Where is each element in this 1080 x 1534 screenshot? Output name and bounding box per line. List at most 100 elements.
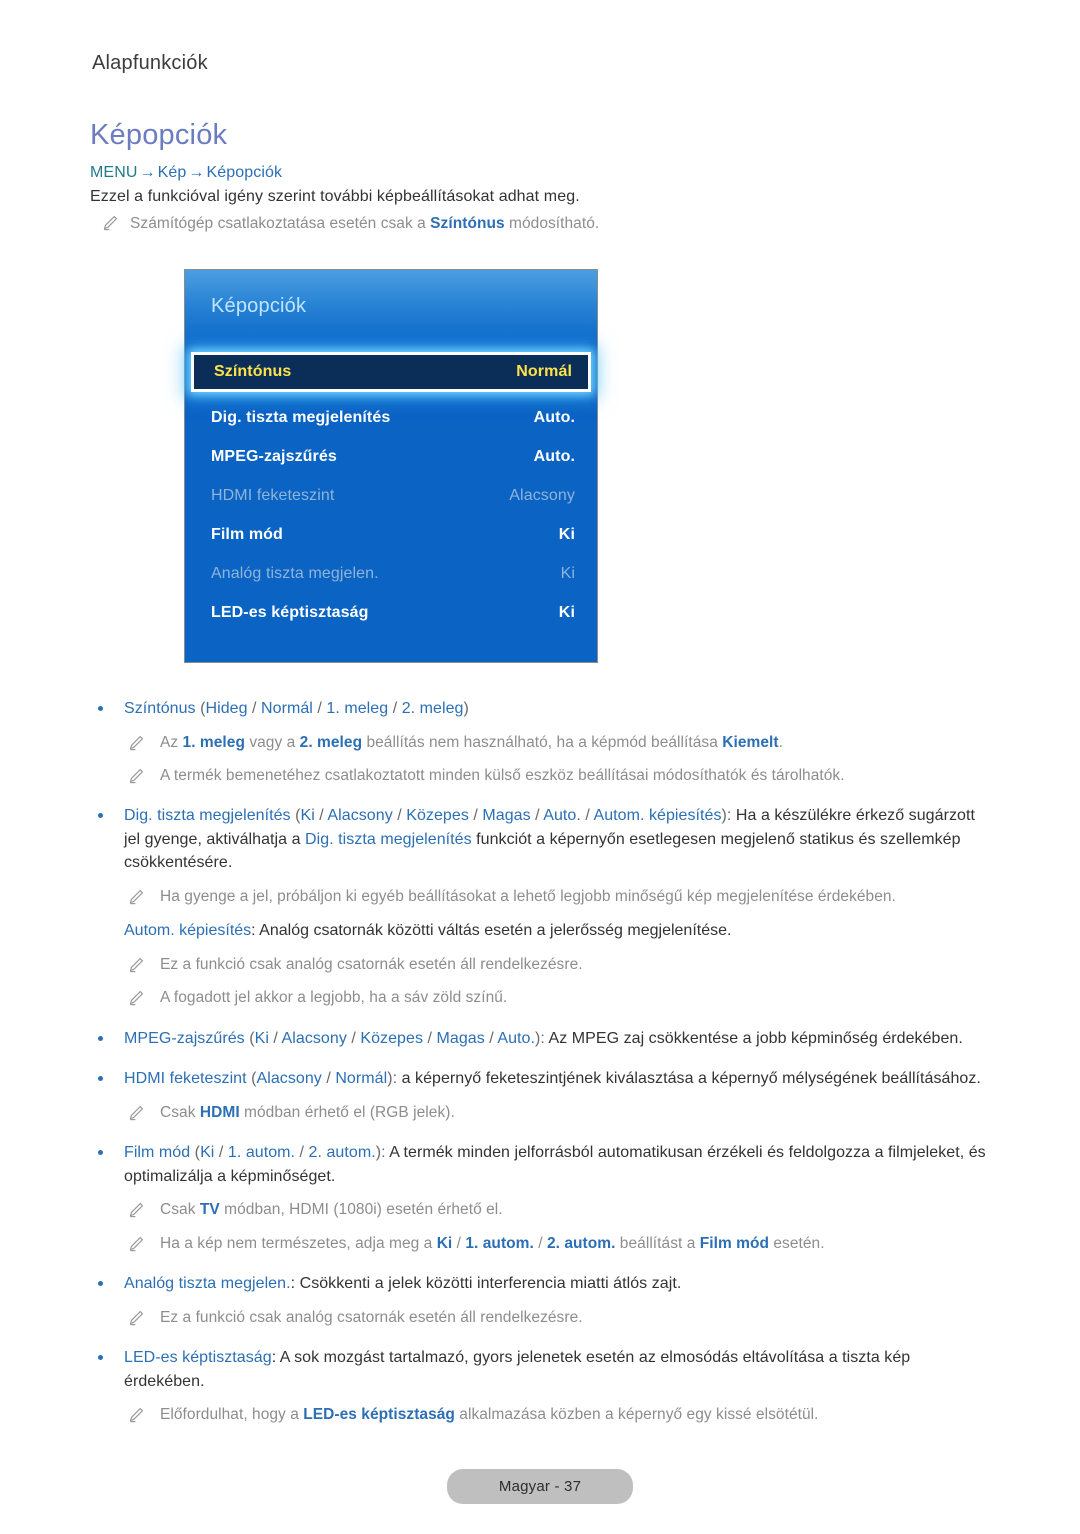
osd-header: Képopciók	[185, 270, 597, 342]
note-tv-mod-1080i: Csak TV módban, HDMI (1080i) esetén érhe…	[88, 1199, 992, 1221]
note-text: .	[778, 733, 783, 751]
paren-open: (	[244, 1029, 255, 1047]
osd-row-list: Színtónus Normál Dig. tiszta megjeleníté…	[185, 342, 597, 632]
osd-row-value: Alacsony	[509, 486, 575, 504]
note-highlight-tv: TV	[199, 1201, 220, 1219]
page-number-badge: Magyar - 37	[446, 1469, 634, 1504]
note-text: módban érhető el (RGB jelek).	[239, 1103, 455, 1121]
breadcrumb-level-1[interactable]: Kép	[158, 164, 187, 181]
note-highlight-film-mod: Film mód	[699, 1234, 770, 1252]
osd-row-label: MPEG-zajszűrés	[211, 447, 337, 465]
bullet-term: Színtónus	[124, 700, 196, 717]
osd-row-value: Auto.	[533, 447, 575, 465]
note-highlight-ki: Ki	[436, 1234, 453, 1252]
osd-row-mpeg-zajszures[interactable]: MPEG-zajszűrés Auto.	[185, 437, 597, 476]
osd-row-analog-tiszta-megjelen: Analóg tiszta megjelen. Ki	[185, 554, 597, 593]
breadcrumb-arrow-icon: →	[188, 164, 205, 181]
bullet-led-es-keptisztasag: LED-es képtisztaság: A sok mozgást tarta…	[88, 1346, 992, 1393]
note-text: Csak	[160, 1103, 200, 1121]
note-text: beállítás nem használható, ha a képmód b…	[362, 733, 723, 751]
option-sep: /	[392, 807, 407, 825]
paren-close: ):	[721, 807, 736, 825]
pencil-icon	[128, 1310, 144, 1326]
paren-open: (	[190, 1144, 201, 1162]
breadcrumb: MENU → Kép → Képopciók	[90, 164, 992, 182]
note-text-pre: Számítógép csatlakoztatása esetén csak a	[130, 215, 431, 232]
note-text: beállítást a	[615, 1234, 700, 1252]
note-text: Az	[160, 733, 183, 751]
osd-row-label: LED-es képtisztaság	[211, 603, 369, 621]
note-highlight-kiemelt: Kiemelt	[722, 733, 779, 751]
bullet-term: Dig. tiszta megjelenítés	[124, 807, 291, 825]
bullet-szintonus: Színtónus (Hideg / Normál / 1. meleg / 2…	[88, 697, 992, 721]
option-sep: /	[295, 1144, 309, 1162]
option-ki: Ki	[300, 807, 315, 825]
bullet-analog-tiszta-megjelen: Analóg tiszta megjelen.: Csökkenti a jel…	[88, 1272, 992, 1296]
option-sep: /	[530, 807, 544, 825]
note-kep-nem-termeszetes: Ha a kép nem természetes, adja meg a Ki …	[88, 1233, 992, 1255]
option-normal: Normál	[261, 700, 313, 717]
osd-row-label: HDMI feketeszint	[211, 486, 335, 504]
option-magas: Magas	[482, 807, 531, 825]
breadcrumb-level-2[interactable]: Képopciók	[207, 164, 283, 181]
note-text: Ha gyenge a jel, próbáljon ki egyéb beál…	[160, 888, 896, 905]
option-sep: /	[247, 700, 262, 717]
option-ki: Ki	[254, 1029, 269, 1047]
note-text: Ez a funkció csak analóg csatornák eseté…	[160, 1308, 583, 1326]
bullet-film-mod: Film mód (Ki / 1. autom. / 2. autom.): A…	[88, 1141, 992, 1188]
note-text: esetén.	[769, 1234, 825, 1252]
osd-row-hdmi-feketeszint: HDMI feketeszint Alacsony	[185, 476, 597, 515]
osd-row-value: Ki	[558, 525, 575, 543]
option-sep: /	[312, 700, 327, 717]
option-sep: /	[452, 1234, 466, 1252]
note-highlight-2-meleg: 2. meleg	[299, 733, 363, 751]
option-auto: Auto.	[497, 1029, 535, 1047]
osd-row-value: Normál	[516, 363, 572, 380]
paren-close: ):	[535, 1029, 549, 1047]
option-ki: Ki	[200, 1144, 215, 1162]
osd-row-value: Ki	[560, 564, 575, 582]
manual-page: Alapfunkciók Képopciók MENU → Kép → Képopció…	[0, 0, 1080, 1534]
note-text: Csak	[160, 1201, 200, 1219]
note-text: vagy a	[244, 733, 300, 751]
osd-row-label: Dig. tiszta megjelenítés	[211, 408, 391, 426]
paren-close: )	[463, 700, 469, 717]
paragraph-text: : Analóg csatornák közötti váltás esetén…	[251, 922, 732, 940]
note-analog-csatorna-1: Ez a funkció csak analóg csatornák eseté…	[88, 954, 992, 976]
note-analog-csatorna-2: Ez a funkció csak analóg csatornák eseté…	[88, 1307, 992, 1329]
note-highlight-led-keptisztasag: LED-es képtisztaság	[303, 1406, 455, 1424]
osd-row-dig-tiszta-megjelenites[interactable]: Dig. tiszta megjelenítés Auto.	[185, 398, 597, 437]
osd-row-label: Színtónus	[214, 363, 292, 380]
pencil-icon	[128, 957, 144, 973]
option-alacsony: Alacsony	[256, 1070, 322, 1088]
note-text: A termék bemenetéhez csatlakoztatott min…	[160, 766, 845, 784]
paren-open: (	[246, 1070, 257, 1088]
note-highlight-1-autom: 1. autom.	[465, 1234, 534, 1252]
osd-title: Képopciók	[211, 294, 307, 317]
osd-row-film-mod[interactable]: Film mód Ki	[185, 515, 597, 554]
note-highlight-szintonus: Színtónus	[430, 215, 505, 232]
note-text: módban, HDMI (1080i) esetén érhető el.	[219, 1201, 503, 1219]
paren-close: ):	[375, 1144, 390, 1162]
option-sep: /	[346, 1029, 361, 1047]
paren-open: (	[195, 700, 206, 717]
note-text: A fogadott jel akkor a legjobb, ha a sáv…	[160, 989, 508, 1007]
osd-row-label: Analóg tiszta megjelen.	[211, 564, 379, 582]
note-hdmi-rgb: Csak HDMI módban érhető el (RGB jelek).	[88, 1102, 992, 1124]
note-highlight-2-autom: 2. autom.	[546, 1234, 616, 1252]
bullet-term: Analóg tiszta megjelen.	[124, 1275, 291, 1293]
pencil-icon	[128, 990, 144, 1006]
osd-row-szintonus[interactable]: Színtónus Normál	[191, 352, 591, 392]
bullet-term: LED-es képtisztaság	[124, 1349, 272, 1367]
term-autom-kepiesites: Autom. képiesítés	[124, 922, 252, 940]
option-2-autom: 2. autom.	[308, 1144, 376, 1162]
osd-menu-panel: Képopciók Színtónus Normál Dig. tiszta m…	[184, 269, 598, 663]
pencil-icon	[128, 1236, 144, 1252]
option-sep: /	[214, 1144, 228, 1162]
option-sep: /	[268, 1029, 282, 1047]
osd-row-label: Film mód	[211, 525, 283, 543]
option-alacsony: Alacsony	[281, 1029, 347, 1047]
osd-row-led-es-keptisztasag[interactable]: LED-es képtisztaság Ki	[185, 593, 597, 632]
note-kepernyo-elsotetul: Előfordulhat, hogy a LED-es képtisztaság…	[88, 1404, 992, 1426]
note-text: Ha a kép nem természetes, adja meg a	[160, 1234, 437, 1252]
